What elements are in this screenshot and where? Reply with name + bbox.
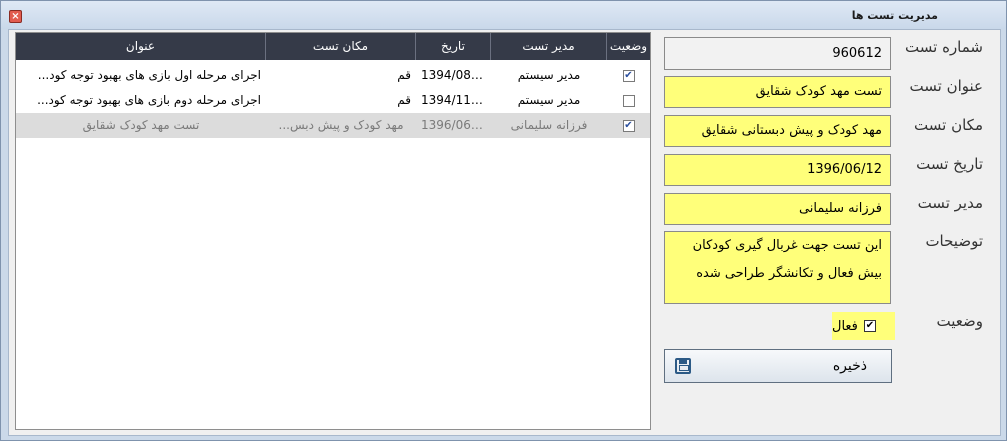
row-status-cell — [607, 88, 650, 113]
row-place: مهد کودک و پیش دبس... — [278, 118, 404, 132]
grid-header: عنوان مکان تست تاریخ مدیر تست وضعیت — [16, 33, 650, 60]
row-date: 1394/11/01 — [421, 93, 491, 107]
column-header-date[interactable]: تاریخ — [416, 33, 491, 60]
floppy-disk-icon — [675, 358, 691, 374]
label-test-title: عنوان تست — [909, 77, 983, 95]
column-header-manager[interactable]: مدیر تست — [491, 33, 607, 60]
row-title: اجرای مرحله دوم بازی های بهبود توجه کود.… — [37, 93, 261, 107]
table-row[interactable]: اجرای مرحله دوم بازی های بهبود توجه کود.… — [16, 88, 650, 113]
status-checkbox-group[interactable]: ✔ فعال — [832, 312, 895, 340]
title-bar: × مدیریت تست ها — [1, 1, 1006, 29]
row-place: قم — [397, 68, 411, 82]
tests-grid: عنوان مکان تست تاریخ مدیر تست وضعیت اجرا… — [15, 32, 651, 430]
row-date: 1396/06/12 — [421, 118, 491, 132]
close-icon[interactable]: × — [9, 10, 22, 23]
test-date-field[interactable]: 1396/06/12 — [664, 154, 891, 186]
label-test-date: تاریخ تست — [916, 155, 983, 173]
label-description: توضیحات — [925, 232, 983, 250]
row-manager: مدیر سیستم — [517, 68, 581, 82]
row-status-cell: ✔ — [607, 113, 650, 138]
row-title: اجرای مرحله اول بازی های بهبود توجه کود.… — [37, 68, 261, 82]
row-date: 1394/08/09 — [421, 68, 491, 82]
row-title: تست مهد کودک شقایق — [82, 118, 200, 132]
row-status-checkbox[interactable]: ✔ — [622, 119, 635, 132]
row-manager: مدیر سیستم — [517, 93, 581, 107]
save-button-label: ذخیره — [832, 358, 867, 374]
test-place-field[interactable]: مهد کودک و پیش دبستانی شقایق — [664, 115, 891, 147]
test-manager-field[interactable]: فرزانه سلیمانی — [664, 193, 891, 225]
test-number-field[interactable]: 960612 — [664, 37, 891, 70]
table-row[interactable]: اجرای مرحله اول بازی های بهبود توجه کود.… — [16, 63, 650, 88]
client-area: عنوان مکان تست تاریخ مدیر تست وضعیت اجرا… — [8, 29, 1001, 436]
table-row-selected[interactable]: تست مهد کودک شقایق مهد کودک و پیش دبس...… — [16, 113, 650, 138]
app-window: × مدیریت تست ها عنوان مکان تست تاریخ مدی… — [0, 0, 1007, 441]
label-test-place: مکان تست — [914, 116, 983, 134]
status-checkbox-label: فعال — [832, 318, 858, 334]
label-status: وضعیت — [936, 312, 983, 330]
description-field[interactable]: این تست جهت غربال گیری کودکان بیش فعال و… — [664, 231, 891, 304]
column-header-status[interactable]: وضعیت — [607, 33, 650, 60]
status-checkbox[interactable]: ✔ — [863, 320, 876, 332]
row-status-checkbox[interactable] — [622, 94, 635, 107]
row-status-cell: ✔ — [607, 63, 650, 88]
column-header-place[interactable]: مکان تست — [266, 33, 416, 60]
test-title-field[interactable]: تست مهد کودک شقایق — [664, 76, 891, 108]
label-test-manager: مدیر تست — [917, 194, 983, 212]
row-status-checkbox[interactable]: ✔ — [622, 69, 635, 82]
save-button[interactable]: ذخیره — [664, 349, 892, 383]
column-header-title[interactable]: عنوان — [16, 33, 266, 60]
label-test-number: شماره تست — [905, 38, 983, 56]
window-title: مدیریت تست ها — [851, 9, 938, 22]
row-manager: فرزانه سلیمانی — [510, 118, 588, 132]
row-place: قم — [397, 93, 411, 107]
